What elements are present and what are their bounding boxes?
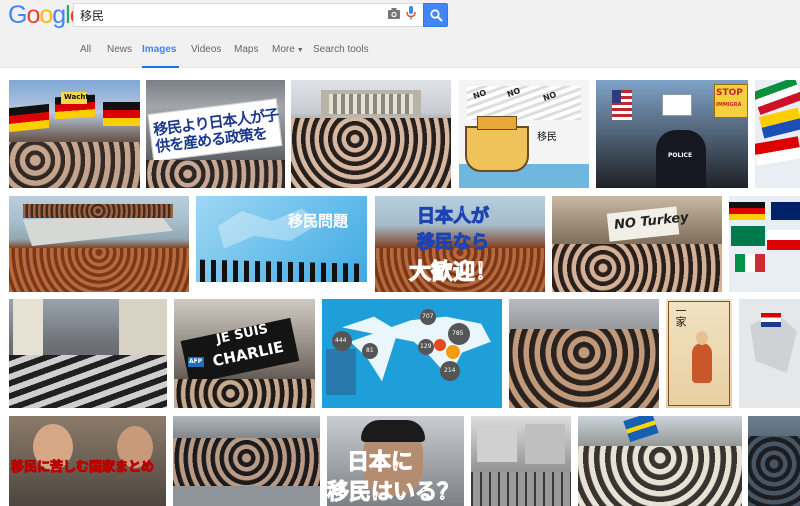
tab-search-tools[interactable]: Search tools <box>313 45 369 68</box>
sign-text: IMMIGRA <box>716 102 742 108</box>
image-result[interactable]: 日本人が 移民なら 大歓迎！ <box>375 196 545 292</box>
overlay-text-line2: 移民なら <box>417 232 490 254</box>
video-title-line1: 日本に <box>346 450 414 476</box>
image-result[interactable] <box>578 416 742 506</box>
tab-more[interactable]: More ▼ <box>272 45 304 68</box>
image-result[interactable]: 移民に苦しむ国家まとめ <box>9 416 166 506</box>
overlay-text-line1: 日本人が <box>417 206 490 228</box>
image-result[interactable] <box>291 80 451 188</box>
search-tabs: All News Images Videos Maps More ▼ Search… <box>0 40 800 68</box>
map-number: 129 <box>420 343 432 350</box>
tab-more-label: More <box>272 44 295 55</box>
chevron-down-icon: ▼ <box>296 47 304 54</box>
map-number: 785 <box>452 330 464 337</box>
image-result[interactable] <box>755 80 800 188</box>
sign-text: Wacht <box>64 93 89 101</box>
logo-letter: g <box>52 1 66 29</box>
google-logo[interactable]: Google <box>8 1 84 29</box>
image-result[interactable] <box>729 196 800 292</box>
map-number: 707 <box>422 313 434 320</box>
video-title-line2: 移民はいる？ <box>327 480 460 506</box>
search-header: Google All News Images Videos Maps More▼… <box>0 0 800 68</box>
image-result[interactable] <box>739 299 800 408</box>
map-number: 214 <box>444 367 456 374</box>
map-number: 81 <box>366 347 374 354</box>
poster-text: 一家 <box>674 305 687 327</box>
image-result[interactable] <box>471 416 571 506</box>
image-result[interactable]: 移民問題 <box>196 196 367 292</box>
image-result[interactable] <box>173 416 320 506</box>
image-result[interactable]: JE SUIS CHARLIE AFP <box>174 299 315 408</box>
search-box <box>73 3 423 27</box>
microphone-icon[interactable] <box>405 5 417 21</box>
image-result[interactable]: NO Turkey <box>552 196 722 292</box>
search-icon <box>430 9 443 22</box>
image-result[interactable]: NO NO NO 移民 <box>459 80 589 188</box>
tab-news[interactable]: News <box>107 45 132 68</box>
image-result[interactable]: 移民より日本人が子供を産める政策を <box>146 80 285 188</box>
search-input[interactable] <box>80 6 370 24</box>
image-result[interactable] <box>509 299 659 408</box>
search-button[interactable] <box>423 3 448 27</box>
image-result[interactable]: Wacht <box>9 80 140 188</box>
video-caption: 移民に苦しむ国家まとめ <box>10 460 155 476</box>
police-text: POLICE <box>668 152 693 159</box>
cartoon-caption: 移民 <box>537 132 557 143</box>
camera-icon[interactable] <box>387 6 401 20</box>
sign-text: STOP <box>716 88 743 98</box>
image-result[interactable]: 一家 <box>666 299 732 408</box>
image-result[interactable] <box>9 196 189 292</box>
image-result[interactable] <box>748 416 800 506</box>
logo-letter: o <box>26 1 40 29</box>
tab-images[interactable]: Images <box>142 45 179 68</box>
tab-all[interactable]: All <box>80 45 91 68</box>
image-result[interactable]: 707 785 444 81 129 214 <box>322 299 502 408</box>
overlay-text-line3: 大歓迎！ <box>408 260 498 286</box>
image-result[interactable] <box>9 299 167 408</box>
image-results-grid: Wacht 移民より日本人が子供を産める政策を NO NO NO 移民 STOP… <box>0 68 800 506</box>
map-number: 444 <box>335 337 347 344</box>
image-result[interactable]: STOP IMMIGRA POLICE <box>596 80 748 188</box>
tab-maps[interactable]: Maps <box>234 45 258 68</box>
tab-videos[interactable]: Videos <box>191 45 221 68</box>
graphic-title: 移民問題 <box>288 212 349 230</box>
logo-letter: o <box>39 1 53 29</box>
afp-badge: AFP <box>189 358 203 365</box>
image-result[interactable]: 日本に 移民はいる？ <box>327 416 464 506</box>
logo-letter: G <box>8 1 27 29</box>
